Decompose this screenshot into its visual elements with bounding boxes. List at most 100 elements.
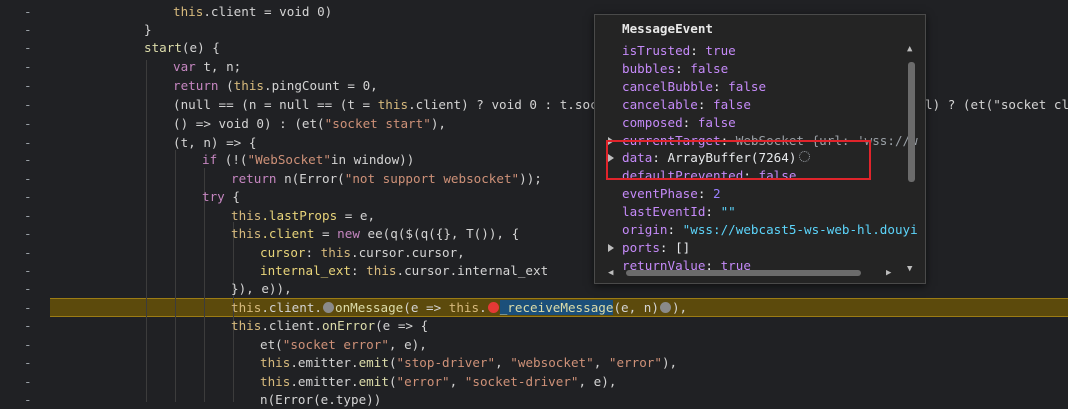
code-token: n(Error(e.type)): [260, 392, 382, 407]
property-row-eventPhase[interactable]: eventPhase: 2: [622, 185, 721, 203]
property-row-cancelBubble[interactable]: cancelBubble: false: [622, 78, 766, 96]
gutter-line-marker[interactable]: -: [24, 3, 32, 21]
gutter-line-marker[interactable]: -: [24, 244, 32, 262]
code-line[interactable]: internal_ext: this.cursor.internal_ext: [260, 262, 548, 280]
code-token: , e),: [578, 374, 617, 389]
gutter-line-marker[interactable]: -: [24, 225, 32, 243]
gutter-line-marker[interactable]: -: [24, 188, 32, 206]
code-line[interactable]: return (this.pingCount = 0,: [173, 77, 378, 95]
property-value: true: [705, 43, 736, 58]
property-separator: :: [682, 114, 698, 130]
hovered-token[interactable]: _receiveMessage: [499, 300, 614, 315]
gutter-line-marker[interactable]: -: [24, 280, 32, 298]
gutter-line-marker[interactable]: -: [24, 391, 32, 409]
code-token: this: [231, 208, 262, 223]
code-token: :: [351, 263, 367, 278]
gutter-line-marker[interactable]: -: [24, 336, 32, 354]
property-key: composed: [622, 114, 683, 130]
property-key: eventPhase: [622, 186, 698, 202]
gutter-line-marker[interactable]: -: [24, 262, 32, 280]
inline-breakpoint-icon[interactable]: [323, 302, 335, 313]
property-row-bubbles[interactable]: bubbles: false: [622, 60, 728, 78]
code-token: "socket error": [282, 337, 389, 352]
popover-horizontal-scrollbar[interactable]: ◀ ▶: [606, 267, 899, 279]
scroll-right-arrow-icon[interactable]: ▶: [886, 268, 891, 278]
gutter-line-marker[interactable]: -: [24, 115, 32, 133]
property-row-composed[interactable]: composed: false: [622, 114, 736, 132]
code-line[interactable]: this.client = void 0): [173, 3, 332, 21]
property-row-cancelable[interactable]: cancelable: false: [622, 96, 751, 114]
gutter-line-marker[interactable]: -: [24, 21, 32, 39]
gutter-line-marker[interactable]: -: [24, 96, 32, 114]
code-line-paused[interactable]: this.client. onMessage(e => this. _receive…: [231, 299, 687, 317]
popover-vertical-scrollbar[interactable]: ▲ ▼: [905, 42, 917, 275]
code-token: "socket-driver": [464, 374, 579, 389]
code-line[interactable]: this.emitter.emit("stop-driver", "websoc…: [260, 354, 677, 372]
scroll-down-arrow-icon[interactable]: ▼: [907, 264, 912, 274]
gutter-line-marker[interactable]: -: [24, 317, 32, 335]
gutter-line-marker[interactable]: -: [24, 373, 32, 391]
property-value: false: [697, 114, 736, 130]
property-key: isTrusted: [622, 43, 691, 58]
property-value: false: [690, 60, 729, 76]
scrollbar-thumb[interactable]: [626, 270, 861, 276]
code-line[interactable]: this.lastProps = e,: [231, 207, 375, 225]
code-line[interactable]: n(Error(e.type)): [260, 391, 381, 409]
code-line[interactable]: et("socket error", e),: [260, 336, 427, 354]
expand-triangle-icon[interactable]: [608, 243, 614, 252]
scroll-left-arrow-icon[interactable]: ◀: [608, 268, 613, 278]
code-token: if: [202, 152, 218, 167]
gutter-line-marker[interactable]: -: [24, 299, 32, 317]
property-row-origin[interactable]: origin: "wss://webcast5-ws-web-hl.douyi: [622, 221, 918, 239]
code-token: this: [377, 97, 409, 112]
code-token: (null == (n = null == (t =: [173, 97, 378, 112]
inline-breakpoint-icon[interactable]: [659, 302, 671, 313]
code-line[interactable]: }: [144, 21, 152, 39]
indent-guide: [175, 150, 176, 402]
code-line[interactable]: start(e) {: [144, 39, 220, 57]
scroll-up-arrow-icon[interactable]: ▲: [907, 44, 912, 54]
gutter-line-marker[interactable]: -: [24, 58, 32, 76]
gutter-line-marker[interactable]: -: [24, 354, 32, 372]
code-line[interactable]: return n(Error("not support websocket"))…: [231, 170, 542, 188]
code-token: this: [366, 263, 397, 278]
gutter-line-marker[interactable]: -: [24, 39, 32, 57]
property-separator: :: [675, 60, 691, 76]
code-token: () => void 0) : (et(: [173, 116, 325, 131]
gutter-line-marker[interactable]: -: [24, 207, 32, 225]
code-token: .cursor.cursor,: [351, 245, 465, 260]
code-token: new: [337, 226, 360, 241]
code-token: ),: [430, 116, 446, 131]
code-line[interactable]: cursor: this.cursor.cursor,: [260, 244, 465, 262]
code-token: .: [479, 300, 487, 315]
gutter-line-marker[interactable]: -: [24, 170, 32, 188]
code-token: ee(q($(q({}, T()), {: [359, 226, 520, 241]
gutter-line-marker[interactable]: -: [24, 77, 32, 95]
code-line[interactable]: if (!("WebSocket"in window)): [202, 151, 414, 169]
code-line[interactable]: (t, n) => {: [173, 134, 256, 152]
code-line[interactable]: var t, n;: [173, 58, 241, 76]
code-token: ,: [593, 355, 609, 370]
code-token: return: [173, 78, 219, 93]
code-line[interactable]: try {: [202, 188, 240, 206]
code-token: (e =>: [403, 300, 449, 315]
property-value: 2: [713, 186, 721, 202]
property-row-isTrusted[interactable]: isTrusted: true: [622, 42, 736, 60]
code-token: et(: [260, 337, 283, 352]
gutter-line-marker[interactable]: -: [24, 134, 32, 152]
code-token: (e) {: [181, 40, 220, 55]
property-row-ports[interactable]: ports: []: [622, 239, 690, 257]
code-token: onMessage: [335, 300, 404, 315]
property-row-lastEventId[interactable]: lastEventId: "": [622, 203, 736, 221]
code-line[interactable]: (null == (n = null == (t = this.client) …: [173, 96, 613, 114]
active-breakpoint-icon[interactable]: [487, 302, 499, 313]
code-token: .pingCount = 0,: [264, 78, 378, 93]
code-token: ,: [495, 355, 511, 370]
scrollbar-thumb[interactable]: [908, 62, 915, 182]
code-line[interactable]: () => void 0) : (et("socket start"),: [173, 115, 446, 133]
code-line[interactable]: }), e)),: [231, 280, 292, 298]
code-line[interactable]: this.client = new ee(q($(q({}, T()), {: [231, 225, 519, 243]
code-line[interactable]: this.client.onError(e => {: [231, 317, 428, 335]
code-line[interactable]: this.emitter.emit("error", "socket-drive…: [260, 373, 616, 391]
gutter-line-marker[interactable]: -: [24, 151, 32, 169]
